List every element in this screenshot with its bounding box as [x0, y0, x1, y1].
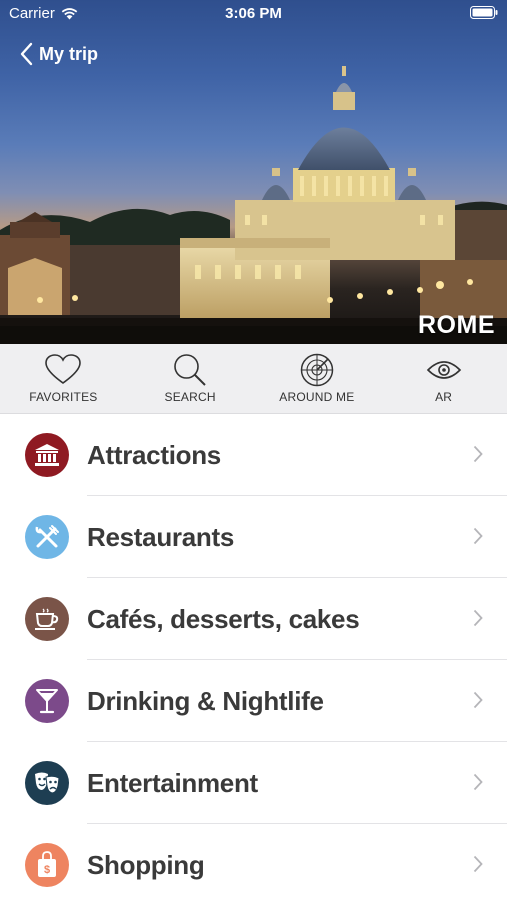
favorites-button[interactable]: FAVORITES: [0, 344, 127, 413]
back-button-label: My trip: [39, 43, 99, 64]
fork-knife-icon: [35, 525, 59, 548]
category-label: Shopping: [87, 850, 205, 880]
restaurants-icon-badge: [25, 515, 69, 559]
category-row-attractions[interactable]: Attractions: [0, 414, 507, 496]
cafes-icon-badge: [25, 597, 69, 641]
museum-icon: [35, 444, 59, 466]
ar-button[interactable]: AR: [380, 344, 507, 413]
back-button[interactable]: My trip: [20, 42, 98, 66]
around-me-button[interactable]: AROUND ME: [254, 344, 381, 413]
around-me-label: AROUND ME: [279, 390, 355, 404]
svg-text:$: $: [44, 864, 50, 876]
chevron-left-icon: [20, 42, 33, 66]
chevron-right-icon: [473, 609, 483, 627]
category-list: Attractions Restaurants Cafés, desserts,…: [0, 414, 507, 900]
chevron-right-icon: [473, 691, 483, 709]
entertainment-icon-badge: [25, 761, 69, 805]
category-label: Restaurants: [87, 522, 234, 552]
chevron-right-icon: [473, 445, 483, 463]
ar-label: AR: [435, 390, 453, 404]
heart-icon: [45, 354, 82, 384]
shopping-icon-badge: $: [25, 843, 69, 887]
category-label: Attractions: [87, 440, 221, 470]
attractions-icon-badge: [25, 433, 69, 477]
eye-icon: [426, 361, 461, 379]
shopping-bag-icon: $: [38, 851, 56, 877]
city-title: ROME: [418, 311, 495, 339]
category-label: Entertainment: [87, 768, 258, 798]
clock: 3:06 PM: [225, 5, 282, 22]
hero-banner: Carrier 3:06 PM My trip ROME: [0, 0, 507, 344]
search-label: SEARCH: [164, 390, 216, 404]
chevron-right-icon: [473, 773, 483, 791]
nightlife-icon-badge: [25, 679, 69, 723]
category-row-shopping[interactable]: $ Shopping: [0, 824, 507, 900]
category-label: Cafés, desserts, cakes: [87, 604, 360, 634]
status-bar: Carrier 3:06 PM: [0, 0, 507, 28]
category-row-nightlife[interactable]: Drinking & Nightlife: [0, 660, 507, 742]
coffee-cup-icon: [35, 608, 59, 630]
battery-icon: [470, 6, 498, 23]
radar-icon: [300, 353, 334, 387]
search-icon: [174, 354, 206, 386]
quick-actions-bar: FAVORITES SEARCH AROUND ME AR: [0, 344, 507, 414]
category-row-cafes[interactable]: Cafés, desserts, cakes: [0, 578, 507, 660]
search-button[interactable]: SEARCH: [127, 344, 254, 413]
category-label: Drinking & Nightlife: [87, 686, 324, 716]
theater-masks-icon: [35, 772, 60, 794]
category-row-entertainment[interactable]: Entertainment: [0, 742, 507, 824]
chevron-right-icon: [473, 527, 483, 545]
chevron-right-icon: [473, 855, 483, 873]
cocktail-icon: [36, 689, 58, 714]
category-row-restaurants[interactable]: Restaurants: [0, 496, 507, 578]
favorites-label: FAVORITES: [29, 390, 98, 404]
